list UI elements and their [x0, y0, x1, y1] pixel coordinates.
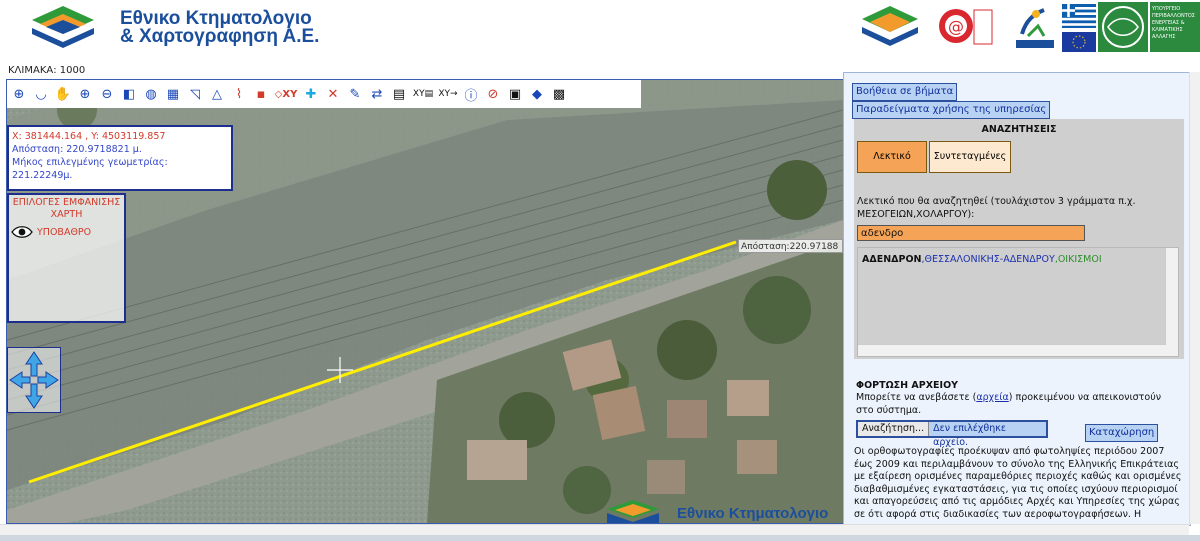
eye-icon[interactable]: [11, 225, 33, 239]
watermark-logo-icon: [607, 500, 659, 523]
result-link[interactable]: ,ΘΕΣΣΑΛΟΝΙΚΗΣ-ΑΔΕΝΔΡΟΥ: [922, 254, 1055, 265]
submit-button[interactable]: Καταχώρηση: [1085, 424, 1159, 442]
svg-text:@: @: [948, 17, 964, 36]
fill-icon[interactable]: ◆: [527, 84, 547, 104]
length-readout: Μήκος επιλεγμένης γεωμετρίας: 221.22249μ…: [12, 157, 168, 181]
ministry-label: ΥΠΟΥΡΓΕΙΟ ΠΕΡΙΒΑΛΛΟΝΤΟΣ ΕΝΕΡΓΕΙΑΣ & ΚΛΙΜ…: [1150, 2, 1200, 52]
pan-arrows-icon[interactable]: [8, 348, 60, 412]
results-vscroll[interactable]: [1165, 248, 1178, 356]
xy-go-icon[interactable]: XY→: [437, 84, 459, 104]
print-icon[interactable]: ▣: [505, 84, 525, 104]
file-upload-title: ΦΟΡΤΩΣΗ ΑΡΧΕΙΟΥ: [856, 380, 959, 391]
distance-readout: Απόσταση: 220.9718821 μ.: [12, 144, 142, 155]
table-icon[interactable]: ▤: [389, 84, 409, 104]
layers-panel: ΕΠΙΛΟΓΕΣ ΕΜΦΑΝΙΣΗΣ ΧΑΡΤΗ ΥΠΟΒΑΘΡΟ: [7, 193, 126, 323]
cadastre-small-logo-icon: [862, 6, 918, 46]
measure-tooltip: Απόσταση:220.97188: [738, 239, 843, 253]
layers-title: ΕΠΙΛΟΓΕΣ ΕΜΦΑΝΙΣΗΣ ΧΑΡΤΗ: [12, 197, 121, 220]
greek-flag-icon: [1062, 4, 1096, 52]
xy-readout: X: 381444.164 , Y: 4503119.857: [12, 131, 166, 142]
draw-icon[interactable]: ✎: [345, 84, 365, 104]
map-view[interactable]: ⊕ ◡ ✋ ⊕ ⊖ ◧ ◍ ▦ ◹ △ ⌇ ▪ ◇XY ✚ ✕ ✎ ⇄ ▤ XY…: [6, 79, 844, 524]
file-input[interactable]: Αναζήτηση... Δεν επιλέχθηκε αρχείο.: [856, 420, 1048, 448]
polyline-icon[interactable]: ⌇: [229, 84, 249, 104]
search-title: ΑΝΑΖΗΤΗΣΕΙΣ: [981, 124, 1057, 135]
globe-icon[interactable]: ◍: [141, 84, 161, 104]
watermark-text: Εθνικο Κτηματολογιο: [677, 505, 829, 522]
point-icon[interactable]: ▪: [251, 84, 271, 104]
delete-icon[interactable]: ✕: [323, 84, 343, 104]
examples-button[interactable]: Παραδείγματα χρήσης της υπηρεσίας: [852, 101, 1051, 119]
file-upload-description: Μπορείτε να ανεβάσετε (αρχεία) προκειμέν…: [856, 391, 1176, 417]
xy-table-icon[interactable]: XY▤: [411, 84, 435, 104]
distance-icon[interactable]: △: [207, 84, 227, 104]
at-symbol-logo-icon: @: [939, 9, 993, 45]
ministry-emblem-icon: [1098, 2, 1148, 52]
map-watermark: Εθνικο Κτηματολογιο: [603, 499, 843, 523]
bottom-bar: [0, 535, 1200, 541]
search-hint: Λεκτικό που θα αναζητηθεί (τουλάχιστον 3…: [857, 196, 1136, 220]
page-vscrollbar[interactable]: [1189, 72, 1200, 524]
map-scale-label: ΚΛΙΜΑΚΑ: 1000: [8, 65, 86, 76]
map-toolbar: ⊕ ◡ ✋ ⊕ ⊖ ◧ ◍ ▦ ◹ △ ⌇ ▪ ◇XY ✚ ✕ ✎ ⇄ ▤ XY…: [7, 80, 641, 108]
tab-text-search[interactable]: Λεκτικό: [857, 141, 927, 173]
tab-coordinates[interactable]: Συντεταγμένες: [929, 141, 1011, 173]
info-icon[interactable]: ⓘ: [461, 84, 481, 104]
layer-icon[interactable]: ▩: [549, 84, 569, 104]
espa-logo-icon: [1016, 8, 1054, 48]
file-status: Δεν επιλέχθηκε αρχείο.: [929, 422, 1046, 448]
select-icon[interactable]: ✚: [301, 84, 321, 104]
pan-control[interactable]: [7, 347, 61, 413]
search-panel: ΑΝΑΖΗΤΗΣΕΙΣ Λεκτικό Συντεταγμένες Λεκτικ…: [854, 119, 1184, 359]
layer-basemap[interactable]: ΥΠΟΒΑΘΡΟ: [9, 225, 124, 239]
pan-hand-icon[interactable]: ✋: [53, 84, 73, 104]
search-input[interactable]: αδενδρο: [857, 225, 1085, 241]
logo-text: Εθνικο Κτηματολογιο & Χαρτογραφηση Α.Ε.: [120, 9, 320, 47]
zoom-out-icon[interactable]: ⊖: [97, 84, 117, 104]
polygon-icon[interactable]: ◹: [185, 84, 205, 104]
refresh-icon[interactable]: ⇄: [367, 84, 387, 104]
identify-icon[interactable]: ⊕: [9, 84, 29, 104]
header: Εθνικο Κτηματολογιο & Χαρτογραφηση Α.Ε. …: [0, 0, 1200, 62]
files-link[interactable]: αρχεία: [976, 392, 1008, 403]
results-hscroll[interactable]: [858, 344, 1166, 356]
orthophoto-info: Οι ορθοφωτογραφίες προέκυψαν από φωτοληψ…: [854, 446, 1182, 520]
result-type[interactable]: ,ΟΙΚΙΣΜΟΙ: [1055, 254, 1102, 265]
result-primary[interactable]: ΑΔΕΝΔΡΟΝ: [862, 254, 922, 265]
undo-icon[interactable]: ◡: [31, 84, 51, 104]
coordinate-readout: X: 381444.164 , Y: 4503119.857 Απόσταση:…: [7, 125, 233, 191]
file-desc-pre: Μπορείτε να ανεβάσετε (: [856, 392, 977, 403]
logo-line2: & Χαρτογραφηση Α.Ε.: [120, 26, 320, 47]
search-results: ΑΔΕΝΔΡΟΝ,ΘΕΣΣΑΛΟΝΙΚΗΣ-ΑΔΕΝΔΡΟΥ,ΟΙΚΙΣΜΟΙ: [857, 247, 1179, 357]
previous-extent-icon[interactable]: ◧: [119, 84, 139, 104]
cadastre-logo-icon: [32, 6, 94, 48]
measure-area-icon[interactable]: ▦: [163, 84, 183, 104]
zoom-in-icon[interactable]: ⊕: [75, 84, 95, 104]
browse-button[interactable]: Αναζήτηση...: [858, 422, 930, 436]
no-select-icon[interactable]: ⊘: [483, 84, 503, 104]
layer-basemap-label: ΥΠΟΒΑΘΡΟ: [37, 226, 92, 238]
side-panel: Βοήθεια σε βήματα Παραδείγματα χρήσης τη…: [843, 72, 1191, 526]
clear-xy-icon[interactable]: ◇XY: [273, 84, 299, 104]
help-steps-button[interactable]: Βοήθεια σε βήματα: [852, 83, 958, 101]
